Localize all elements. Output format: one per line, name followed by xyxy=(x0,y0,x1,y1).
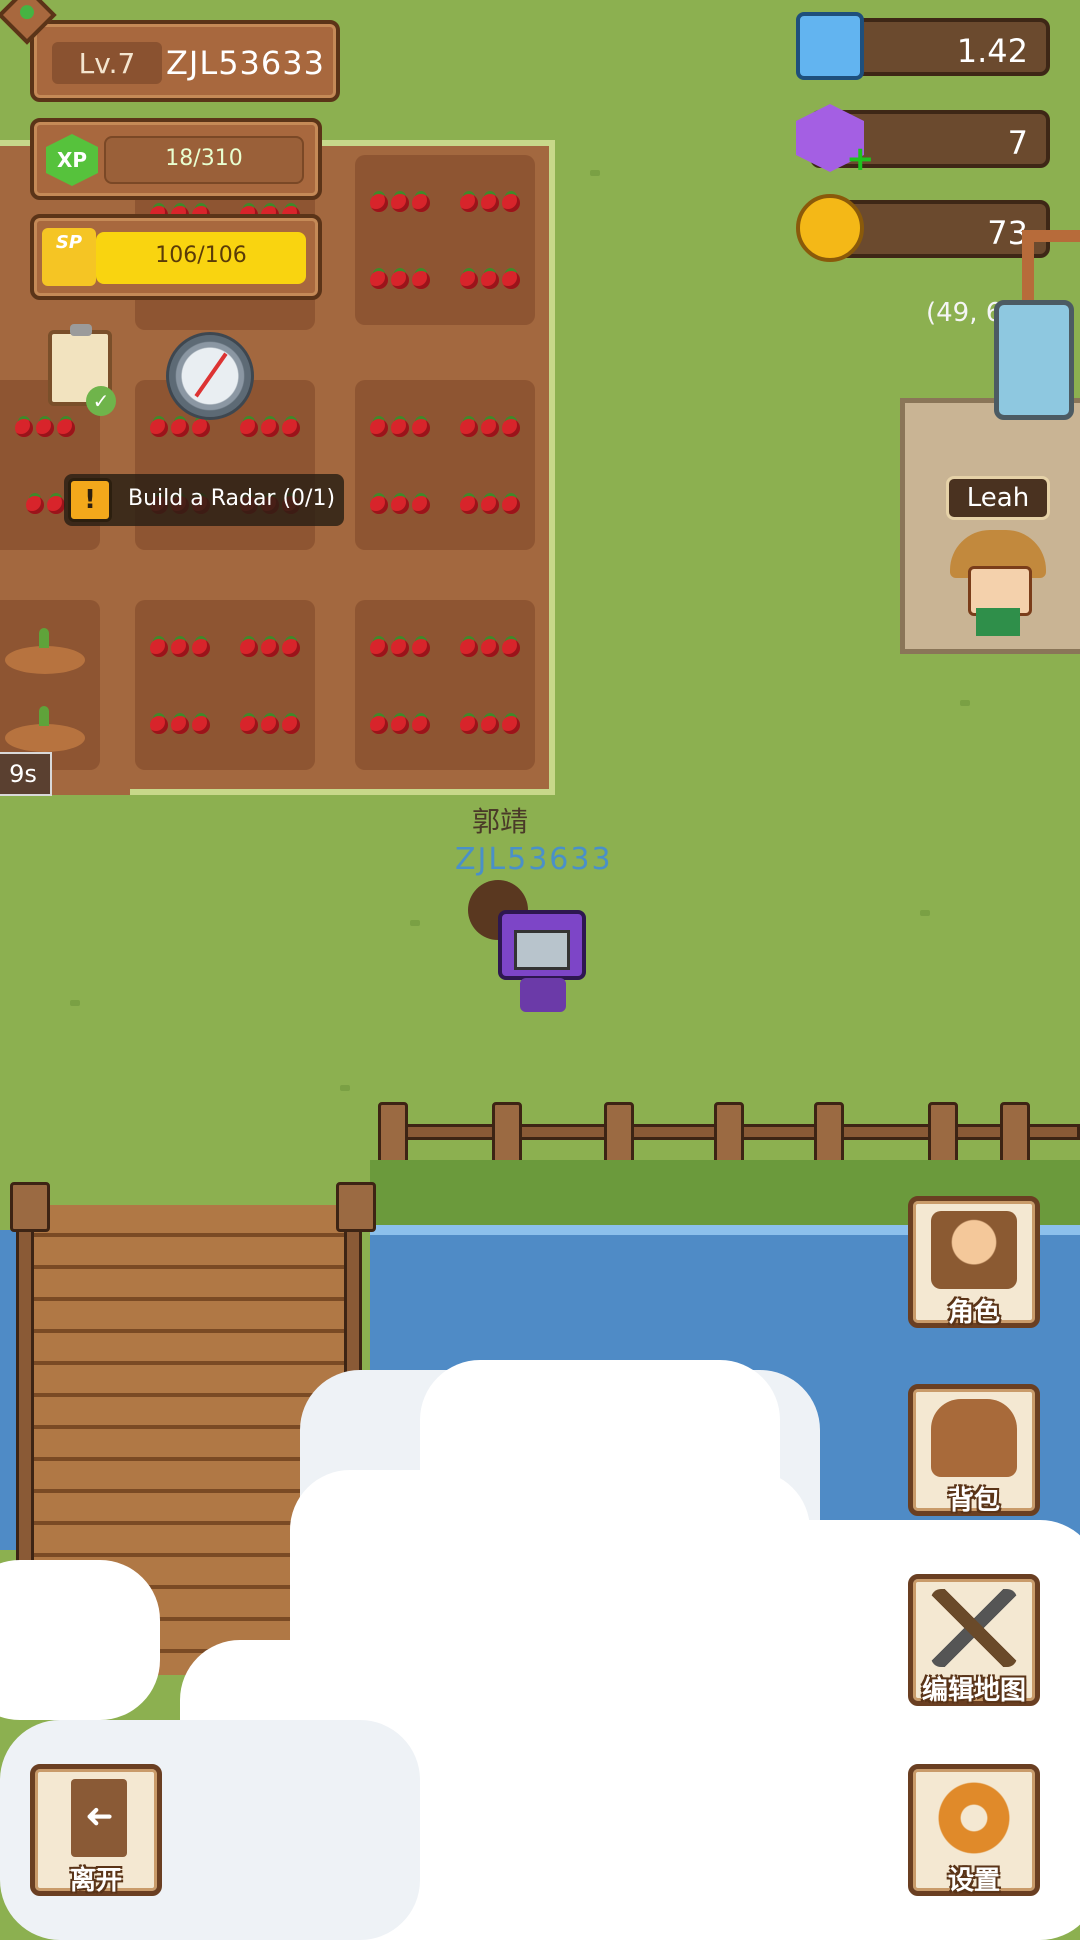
hammer-wrench-icon xyxy=(931,1589,1017,1667)
edit-map-button[interactable]: 编辑地图 xyxy=(908,1574,1040,1706)
coin-counter[interactable]: 73 xyxy=(796,194,1050,262)
gem-value: 7 xyxy=(1007,124,1028,162)
fence-post xyxy=(814,1102,844,1166)
cloud xyxy=(0,1560,160,1720)
player-face-screen xyxy=(514,930,570,970)
exit-door-icon xyxy=(71,1779,127,1857)
crop-plot[interactable] xyxy=(355,380,535,550)
sp-bar: 106/106 xyxy=(96,232,306,284)
crystal-icon xyxy=(796,12,864,80)
edit-map-label: 编辑地图 xyxy=(921,1676,1026,1706)
username-label: ZJL53633 xyxy=(166,44,325,82)
fence-post xyxy=(1000,1102,1030,1166)
quest-banner[interactable]: ! Build a Radar (0/1) xyxy=(64,474,344,526)
crop-plot[interactable] xyxy=(0,600,100,770)
crop-plot[interactable] xyxy=(135,600,315,770)
sprout xyxy=(5,706,85,752)
sp-value: 106/106 xyxy=(155,243,247,268)
character-label: 角色 xyxy=(947,1298,1000,1328)
xp-panel: XP 18/310 xyxy=(30,118,322,200)
player-display-name: 郭靖 xyxy=(472,805,529,838)
alert-icon: ! xyxy=(68,478,112,522)
lab-pipe xyxy=(1022,236,1034,306)
crystal-counter[interactable]: 1.42 xyxy=(796,12,1050,80)
dock-post xyxy=(336,1182,376,1232)
exit-label: 离开 xyxy=(69,1866,122,1896)
xp-icon: XP xyxy=(46,134,98,186)
settings-button[interactable]: 设置 xyxy=(908,1764,1040,1896)
backpack-button[interactable]: 背包 xyxy=(908,1384,1040,1516)
player-character[interactable] xyxy=(468,880,598,1020)
crop-plot[interactable] xyxy=(355,155,535,325)
sp-panel: SP 106/106 xyxy=(30,214,322,300)
fence-post xyxy=(928,1102,958,1166)
npc-leah[interactable] xyxy=(950,530,1046,640)
npc-body xyxy=(976,608,1020,636)
lab-tank xyxy=(994,300,1074,420)
compass-icon[interactable] xyxy=(166,332,254,420)
npc-name-label: Leah xyxy=(946,476,1050,520)
backpack-icon xyxy=(931,1399,1017,1477)
crop-timer: 9s xyxy=(0,752,52,796)
sprout xyxy=(5,628,85,674)
fence-post xyxy=(492,1102,522,1166)
xp-value: 18/310 xyxy=(165,146,243,171)
level-panel[interactable]: Lv.7 ZJL53633 xyxy=(30,20,340,102)
crop-plot[interactable] xyxy=(355,600,535,770)
fence-post xyxy=(714,1102,744,1166)
quest-text: Build a Radar (0/1) xyxy=(128,486,336,511)
settings-label: 设置 xyxy=(947,1866,1000,1896)
add-gems-icon[interactable]: + xyxy=(846,142,875,176)
crystal-value: 1.42 xyxy=(956,32,1028,70)
level-label: Lv.7 xyxy=(52,42,162,84)
gear-icon xyxy=(931,1779,1017,1857)
checkmark-icon: ✓ xyxy=(86,386,116,416)
backpack-label: 背包 xyxy=(947,1486,1000,1516)
fence-post xyxy=(378,1102,408,1166)
fence-post xyxy=(604,1102,634,1166)
character-button[interactable]: 角色 xyxy=(908,1196,1040,1328)
character-icon xyxy=(931,1211,1017,1289)
xp-bar: 18/310 xyxy=(104,136,304,184)
dock-post xyxy=(10,1182,50,1232)
player-body xyxy=(520,978,566,1012)
player-tag: ZJL53633 xyxy=(455,842,613,877)
coin-icon xyxy=(796,194,864,262)
exit-button[interactable]: 离开 xyxy=(30,1764,162,1896)
sp-icon: SP xyxy=(42,228,96,286)
